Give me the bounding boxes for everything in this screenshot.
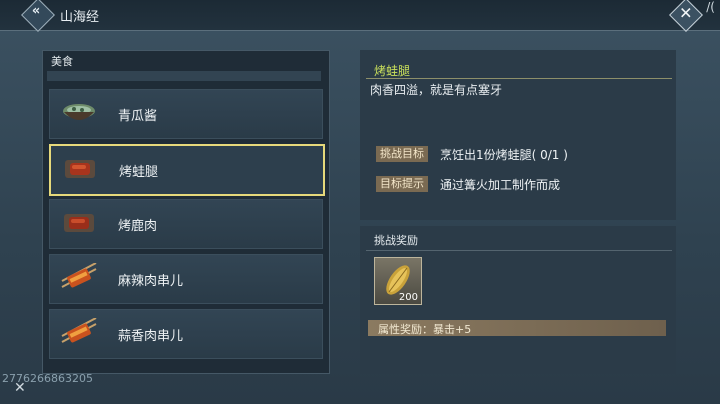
hint-tag: 目标提示 <box>376 176 428 192</box>
attribute-reward-text: 属性奖励：暴击+5 <box>378 323 472 336</box>
roast-meat-icon <box>65 160 95 178</box>
corner-mark: /( <box>706 0 715 14</box>
reward-item-slot[interactable]: 200 <box>374 257 422 305</box>
detail-panel: 烤蛙腿 肉香四溢，就是有点塞牙 挑战目标 烹饪出1份烤蛙腿( 0/1 ) 目标提… <box>360 50 676 220</box>
back-button[interactable]: « <box>21 0 55 32</box>
divider <box>366 250 672 251</box>
list-item[interactable]: 青瓜酱 <box>49 89 323 139</box>
divider <box>366 78 672 79</box>
list-item-label: 青瓜酱 <box>118 109 158 124</box>
bowl-icon <box>63 104 95 120</box>
section-label: 美食 <box>51 55 73 68</box>
goal-value: 烹饪出1份烤蛙腿( 0/1 ) <box>440 148 568 162</box>
attribute-reward-bar: 属性奖励：暴击+5 <box>368 320 666 336</box>
skewer-icon <box>61 318 97 343</box>
list-scroll-top <box>47 71 321 81</box>
list-item[interactable]: 蒜香肉串儿 <box>49 309 323 359</box>
list-item-label: 蒜香肉串儿 <box>118 329 184 344</box>
goal-tag: 挑战目标 <box>376 146 428 162</box>
reward-title: 挑战奖励 <box>374 234 418 247</box>
food-description: 肉香四溢，就是有点塞牙 <box>370 83 503 97</box>
list-item-label: 麻辣肉串儿 <box>118 274 184 289</box>
list-item[interactable]: 烤鹿肉 <box>49 199 323 249</box>
list-item-selected[interactable]: 烤蛙腿 <box>49 144 325 196</box>
food-list-panel: 美食 青瓜酱 烤蛙腿 烤鹿肉 麻辣肉串儿 蒜香肉串儿 <box>42 50 330 374</box>
list-item[interactable]: 麻辣肉串儿 <box>49 254 323 304</box>
skewer-icon <box>61 263 97 288</box>
food-name: 烤蛙腿 <box>374 64 411 78</box>
close-icon[interactable]: ✕ <box>14 380 26 396</box>
list-item-label: 烤鹿肉 <box>118 219 158 234</box>
chevron-left-icon: « <box>31 3 41 19</box>
page-title: 山海经 <box>60 10 100 25</box>
reward-panel: 挑战奖励 200 属性奖励：暴击+5 <box>360 226 676 374</box>
close-button[interactable]: ✕ <box>669 0 703 32</box>
top-bar: « 山海经 ✕ /( <box>0 0 720 32</box>
list-item-label: 烤蛙腿 <box>119 165 159 180</box>
roast-meat-icon <box>64 214 94 232</box>
close-icon: ✕ <box>679 3 693 23</box>
hint-value: 通过篝火加工制作而成 <box>440 178 561 192</box>
reward-count: 200 <box>398 292 418 303</box>
